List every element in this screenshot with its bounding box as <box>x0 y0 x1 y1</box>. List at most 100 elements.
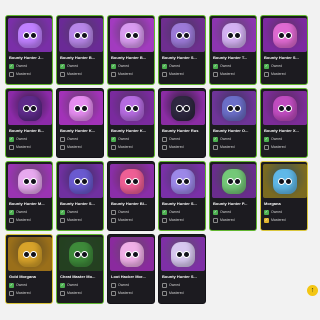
mastered-checkbox[interactable] <box>60 144 65 150</box>
mastered-checkbox[interactable] <box>213 71 218 77</box>
owned-checkbox[interactable]: ✓ <box>213 209 218 215</box>
brawler-card[interactable]: Morgana ✓ Owned ✓ Mastered <box>260 161 308 231</box>
owned-toggle[interactable]: ✓ Owned <box>9 282 27 288</box>
mastered-toggle[interactable]: Mastered <box>162 217 184 223</box>
owned-checkbox[interactable]: ✓ <box>213 136 218 142</box>
mastered-checkbox[interactable] <box>60 71 65 77</box>
owned-checkbox[interactable]: ✓ <box>162 63 167 69</box>
mastered-checkbox[interactable] <box>264 144 269 150</box>
mastered-toggle[interactable]: Mastered <box>60 217 82 223</box>
brawler-card[interactable]: Bounty Hunter Bl... Owned Mastered <box>107 161 155 231</box>
mastered-checkbox[interactable] <box>111 71 116 77</box>
brawler-card[interactable]: Bounty Hunter M... ✓ Owned Mastered <box>5 161 53 231</box>
owned-toggle[interactable]: ✓ Owned <box>111 63 129 69</box>
owned-toggle[interactable]: Owned <box>162 282 180 288</box>
brawler-card[interactable]: Cheat Master Mo... ✓ Owned Mastered <box>56 234 104 304</box>
brawler-card[interactable]: Bounty Hunter S... ✓ Owned Mastered <box>158 161 206 231</box>
mastered-toggle[interactable]: Mastered <box>264 71 286 77</box>
brawler-card[interactable]: Bounty Hunter J... ✓ Owned Mastered <box>5 15 53 85</box>
mastered-checkbox[interactable] <box>60 217 65 223</box>
mastered-checkbox[interactable] <box>9 290 14 296</box>
owned-toggle[interactable]: ✓ Owned <box>9 63 27 69</box>
owned-checkbox[interactable] <box>162 282 167 288</box>
mastered-checkbox[interactable] <box>162 217 167 223</box>
mastered-toggle[interactable]: Mastered <box>9 71 31 77</box>
owned-checkbox[interactable]: ✓ <box>9 136 14 142</box>
owned-toggle[interactable]: ✓ Owned <box>264 136 282 142</box>
owned-toggle[interactable]: ✓ Owned <box>264 63 282 69</box>
owned-toggle[interactable]: ✓ Owned <box>60 63 78 69</box>
owned-checkbox[interactable] <box>60 136 65 142</box>
mastered-toggle[interactable]: Mastered <box>213 217 235 223</box>
mastered-checkbox[interactable] <box>9 71 14 77</box>
brawler-card[interactable]: Bounty Hunter S... ✓ Owned Mastered <box>56 161 104 231</box>
mastered-checkbox[interactable] <box>213 217 218 223</box>
owned-checkbox[interactable]: ✓ <box>264 209 269 215</box>
mastered-checkbox[interactable] <box>111 144 116 150</box>
mastered-toggle[interactable]: ✓ Mastered <box>264 217 286 223</box>
brawler-card[interactable]: Bounty Hunter Rus Owned Mastered <box>158 88 206 158</box>
owned-checkbox[interactable]: ✓ <box>9 63 14 69</box>
mastered-checkbox[interactable] <box>162 290 167 296</box>
brawler-card[interactable]: Gold Morgana ✓ Owned Mastered <box>5 234 53 304</box>
owned-checkbox[interactable] <box>162 136 167 142</box>
owned-toggle[interactable]: ✓ Owned <box>162 63 180 69</box>
owned-checkbox[interactable]: ✓ <box>162 209 167 215</box>
owned-checkbox[interactable]: ✓ <box>111 63 116 69</box>
mastered-toggle[interactable]: Mastered <box>9 290 31 296</box>
brawler-card[interactable]: Bounty Hunter B... ✓ Owned Mastered <box>107 15 155 85</box>
owned-toggle[interactable]: ✓ Owned <box>213 136 231 142</box>
brawler-card[interactable]: Bounty Hunter S... Owned Mastered <box>158 234 206 304</box>
owned-checkbox[interactable]: ✓ <box>264 136 269 142</box>
owned-checkbox[interactable]: ✓ <box>9 282 14 288</box>
owned-checkbox[interactable] <box>111 282 116 288</box>
mastered-checkbox[interactable] <box>111 217 116 223</box>
mastered-toggle[interactable]: Mastered <box>111 290 133 296</box>
mastered-checkbox[interactable] <box>213 144 218 150</box>
mastered-checkbox[interactable] <box>111 290 116 296</box>
mastered-checkbox[interactable] <box>60 290 65 296</box>
owned-toggle[interactable]: ✓ Owned <box>213 63 231 69</box>
owned-checkbox[interactable] <box>111 209 116 215</box>
mastered-toggle[interactable]: Mastered <box>111 71 133 77</box>
brawler-card[interactable]: Bounty Hunter S... ✓ Owned Mastered <box>260 15 308 85</box>
brawler-card[interactable]: Bounty Hunter O... ✓ Owned Mastered <box>209 88 257 158</box>
owned-checkbox[interactable]: ✓ <box>111 136 116 142</box>
brawler-card[interactable]: Bounty Hunter B... ✓ Owned Mastered <box>5 88 53 158</box>
owned-toggle[interactable]: ✓ Owned <box>162 209 180 215</box>
mastered-toggle[interactable]: Mastered <box>264 144 286 150</box>
brawler-card[interactable]: Bounty Hunter S... ✓ Owned Mastered <box>158 15 206 85</box>
owned-toggle[interactable]: Owned <box>111 282 129 288</box>
mastered-checkbox[interactable]: ✓ <box>264 217 269 223</box>
scroll-to-top-button[interactable]: ↑ <box>307 285 318 296</box>
mastered-toggle[interactable]: Mastered <box>162 144 184 150</box>
brawler-card[interactable]: Bounty Hunter B... ✓ Owned Mastered <box>56 15 104 85</box>
owned-toggle[interactable]: ✓ Owned <box>213 209 231 215</box>
owned-checkbox[interactable]: ✓ <box>60 209 65 215</box>
brawler-card[interactable]: Bounty Hunter T... ✓ Owned Mastered <box>209 15 257 85</box>
owned-checkbox[interactable]: ✓ <box>264 63 269 69</box>
mastered-toggle[interactable]: Mastered <box>9 217 31 223</box>
brawler-card[interactable]: Loot Hacker Mor... Owned Mastered <box>107 234 155 304</box>
mastered-checkbox[interactable] <box>264 71 269 77</box>
mastered-toggle[interactable]: Mastered <box>60 144 82 150</box>
mastered-toggle[interactable]: Mastered <box>111 217 133 223</box>
mastered-checkbox[interactable] <box>9 144 14 150</box>
brawler-card[interactable]: Bounty Hunter X... ✓ Owned Mastered <box>260 88 308 158</box>
owned-checkbox[interactable]: ✓ <box>213 63 218 69</box>
owned-toggle[interactable]: ✓ Owned <box>60 282 78 288</box>
mastered-toggle[interactable]: Mastered <box>213 71 235 77</box>
owned-toggle[interactable]: ✓ Owned <box>111 136 129 142</box>
owned-toggle[interactable]: Owned <box>111 209 129 215</box>
mastered-toggle[interactable]: Mastered <box>162 290 184 296</box>
owned-toggle[interactable]: ✓ Owned <box>60 209 78 215</box>
mastered-checkbox[interactable] <box>9 217 14 223</box>
mastered-toggle[interactable]: Mastered <box>9 144 31 150</box>
brawler-card[interactable]: Bounty Hunter K... ✓ Owned Mastered <box>107 88 155 158</box>
mastered-checkbox[interactable] <box>162 71 167 77</box>
owned-toggle[interactable]: Owned <box>60 136 78 142</box>
owned-checkbox[interactable]: ✓ <box>60 282 65 288</box>
brawler-card[interactable]: Bounty Hunter P... ✓ Owned Mastered <box>209 161 257 231</box>
mastered-toggle[interactable]: Mastered <box>60 71 82 77</box>
brawler-card[interactable]: Bounty Hunter K... Owned Mastered <box>56 88 104 158</box>
